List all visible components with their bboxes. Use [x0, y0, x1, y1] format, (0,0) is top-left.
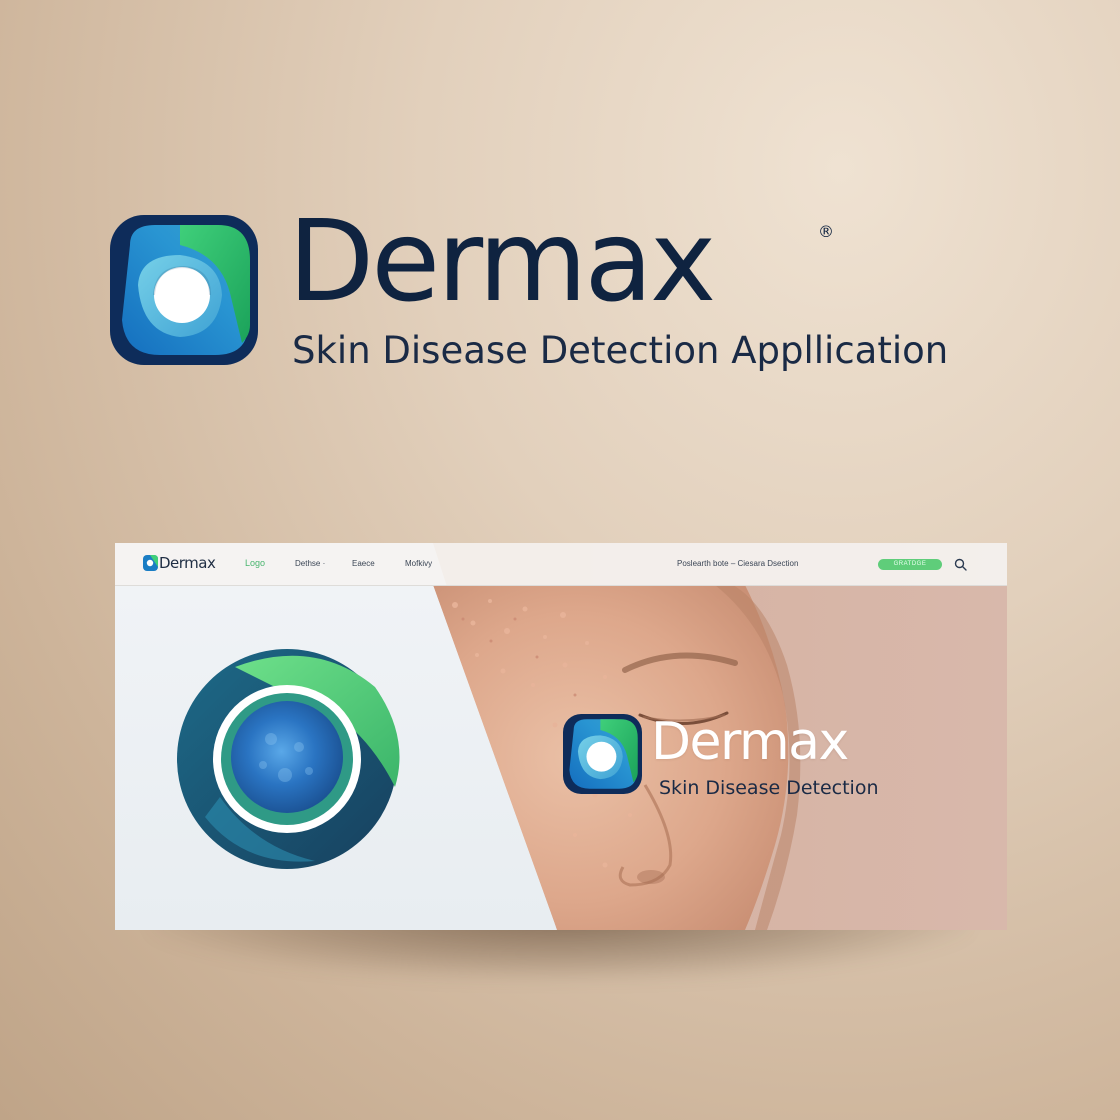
hero-wordmark: Dermax — [651, 712, 849, 772]
hero-logo-icon — [563, 713, 642, 795]
nav-link-4[interactable]: Mofkivy — [405, 559, 432, 568]
website-mockup: Dermax Logo Dethse · Eaece Mofkivy Posle… — [115, 543, 1007, 930]
registered-mark: ® — [818, 222, 834, 241]
nav-cta-button[interactable]: GRATDGE — [878, 559, 942, 570]
nav-link-2[interactable]: Dethse · — [295, 559, 325, 568]
nav-link-3[interactable]: Eaece — [352, 559, 375, 568]
nav-link-logo[interactable]: Logo — [245, 558, 265, 568]
search-icon[interactable] — [954, 558, 967, 571]
nav-logo-icon[interactable] — [143, 555, 158, 571]
cell-emblem-icon — [177, 649, 400, 869]
brand-tagline: Skin Disease Detection Appllication — [292, 329, 949, 372]
nav-brand[interactable]: Dermax — [159, 554, 216, 572]
mockup-navbar: Dermax Logo Dethse · Eaece Mofkivy Posle… — [115, 543, 1007, 586]
dermax-logo-icon — [110, 215, 258, 365]
brand-wordmark: Dermax — [288, 197, 716, 327]
nav-secondary-text[interactable]: Poslearth bote – Ciesara Dsection — [677, 559, 798, 568]
hero-tagline: Skin Disease Detection — [659, 777, 879, 799]
